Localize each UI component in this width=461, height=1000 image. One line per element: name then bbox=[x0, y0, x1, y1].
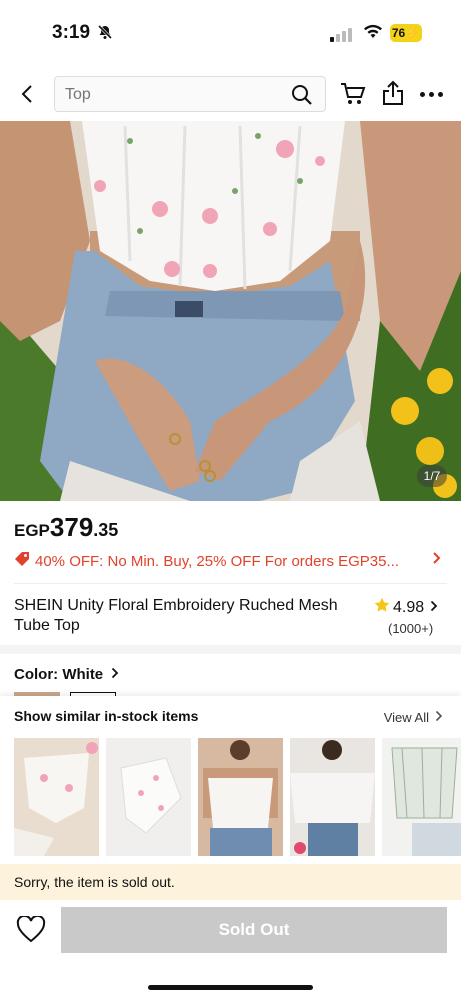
section-divider bbox=[0, 645, 461, 654]
rating-summary[interactable]: 4.98 (1000+) bbox=[374, 597, 454, 636]
wishlist-heart-icon[interactable] bbox=[16, 914, 46, 949]
home-indicator bbox=[148, 985, 313, 990]
more-options-icon[interactable] bbox=[420, 92, 443, 97]
search-box[interactable] bbox=[54, 76, 326, 113]
similar-items-list bbox=[14, 738, 461, 856]
wifi-icon bbox=[363, 24, 383, 45]
search-input[interactable] bbox=[55, 77, 287, 113]
chevron-right-icon bbox=[111, 666, 119, 683]
color-selector[interactable]: Color: White bbox=[14, 666, 119, 683]
divider bbox=[14, 583, 447, 584]
sold-out-notice: Sorry, the item is sold out. bbox=[0, 864, 461, 900]
price: EGP 379 .35 bbox=[14, 512, 118, 543]
similar-item[interactable] bbox=[290, 738, 375, 856]
silent-bell-icon bbox=[97, 24, 113, 45]
review-count: (1000+) bbox=[388, 621, 434, 636]
search-icon[interactable] bbox=[291, 84, 313, 111]
battery-level: 76 bbox=[391, 26, 406, 40]
status-bar: 3:19 76 ⚡ bbox=[0, 0, 461, 66]
chevron-right-icon bbox=[435, 710, 443, 725]
share-icon[interactable] bbox=[382, 80, 404, 111]
similar-item[interactable] bbox=[382, 738, 461, 856]
sold-out-button[interactable]: Sold Out bbox=[61, 907, 447, 953]
tag-icon bbox=[14, 551, 30, 571]
product-image[interactable]: 1/7 bbox=[0, 121, 461, 501]
promo-text: 40% OFF: No Min. Buy, 25% OFF For orders… bbox=[35, 552, 399, 570]
clock: 3:19 bbox=[52, 22, 91, 43]
view-all-label: View All bbox=[383, 710, 429, 725]
similar-item[interactable] bbox=[14, 738, 99, 856]
similar-items-panel: Show similar in-stock items View All bbox=[0, 696, 461, 864]
color-label: Color: White bbox=[14, 666, 104, 683]
chevron-right-icon bbox=[430, 599, 438, 617]
rating-value: 4.98 bbox=[393, 598, 425, 616]
similar-item[interactable] bbox=[198, 738, 283, 856]
price-decimal: .35 bbox=[93, 520, 119, 540]
signal-icon bbox=[330, 28, 352, 42]
image-counter: 1/7 bbox=[417, 465, 447, 487]
product-photo-illustration bbox=[0, 121, 461, 501]
top-nav bbox=[0, 66, 461, 121]
bottom-bar: Sold Out bbox=[0, 900, 461, 1000]
product-title: SHEIN Unity Floral Embroidery Ruched Mes… bbox=[14, 597, 338, 634]
battery-icon: 76 ⚡ bbox=[390, 24, 422, 42]
cart-icon[interactable] bbox=[340, 82, 366, 111]
back-arrow-icon[interactable] bbox=[16, 82, 40, 111]
view-all-link[interactable]: View All bbox=[384, 710, 443, 725]
similar-heading: Show similar in-stock items bbox=[14, 708, 199, 724]
chevron-right-icon bbox=[432, 551, 442, 569]
promo-banner[interactable]: 40% OFF: No Min. Buy, 25% OFF For orders… bbox=[14, 550, 446, 572]
price-integer: 379 bbox=[49, 512, 94, 542]
similar-item[interactable] bbox=[106, 738, 191, 856]
star-icon bbox=[374, 597, 390, 618]
price-currency: EGP bbox=[14, 521, 50, 540]
